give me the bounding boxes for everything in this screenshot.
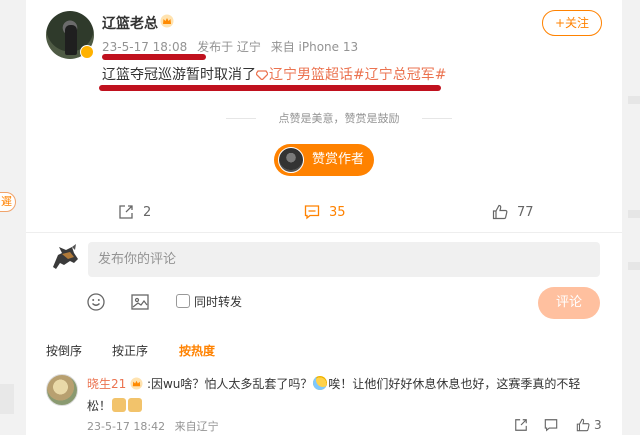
crown-icon <box>130 377 143 390</box>
share-icon[interactable] <box>514 418 528 432</box>
annotation-underline-date <box>102 54 206 60</box>
comment-author-name[interactable]: 晓生21 <box>87 377 126 391</box>
right-edge-mark <box>628 96 640 104</box>
topic-link[interactable]: 辽宁男篮超话#辽宁总冠军# <box>256 67 446 83</box>
comment-text-part-2: 唉！让他们好好休息休息也好，这赛季真的不轻 <box>328 377 581 391</box>
author-name[interactable]: 辽篮老总 <box>102 13 158 33</box>
reward-button-label: 赞赏作者 <box>312 152 365 167</box>
emoji-icon[interactable] <box>86 292 106 312</box>
weibo-post-card: 辽篮老总 23-5-17 18:08 发布于 辽宁 来自 iPhone 13 +… <box>26 0 622 435</box>
repost-checkbox[interactable] <box>176 294 190 308</box>
post-location: 发布于 辽宁 <box>197 40 261 54</box>
like-button[interactable]: 77 <box>492 204 534 220</box>
reward-note-text: 点赞是美意，赞赏是鼓励 <box>278 112 400 125</box>
comment-date: 23-5-17 18:42 <box>87 420 166 433</box>
reward-author-avatar <box>278 147 304 173</box>
comment-text-part-1: :因wu啥？怕人太多乱套了吗？ <box>146 377 313 391</box>
divider <box>26 232 622 233</box>
comment-button[interactable]: 35 <box>304 204 346 220</box>
comment-text-line-2: 松！ <box>87 397 143 414</box>
thumbs-up-emoji-icon <box>128 398 143 412</box>
comment-like-count: 3 <box>594 418 602 432</box>
sort-tab-descending[interactable]: 按倒序 <box>46 342 82 359</box>
sort-tab-ascending[interactable]: 按正序 <box>112 342 148 359</box>
like-count: 77 <box>517 204 534 220</box>
annotation-underline-text <box>99 85 441 91</box>
left-edge-panel <box>0 384 14 414</box>
submit-comment-button[interactable]: 评论 <box>538 287 600 319</box>
verified-badge-icon <box>80 45 94 59</box>
like-icon[interactable] <box>576 418 590 432</box>
comment-icon <box>304 205 320 220</box>
comment-author-avatar[interactable] <box>46 374 78 406</box>
like-icon <box>492 204 508 220</box>
thumbs-up-emoji-icon <box>112 398 127 412</box>
comment-text-part-3: 松！ <box>87 399 112 413</box>
follow-button[interactable]: +关注 <box>542 10 602 36</box>
post-date[interactable]: 23-5-17 18:08 <box>102 40 187 54</box>
right-edge-mark <box>628 262 640 270</box>
comment-input[interactable]: 发布你的评论 <box>88 242 600 277</box>
repost-button[interactable]: 2 <box>118 204 151 220</box>
right-edge-mark <box>628 210 640 218</box>
reward-author-button[interactable]: 赞赏作者 <box>274 144 374 176</box>
topic-text[interactable]: 辽宁男篮超话#辽宁总冠军# <box>269 67 446 83</box>
current-user-avatar[interactable] <box>50 241 80 271</box>
post-actions: 2 35 77 <box>26 200 622 228</box>
comment-count: 35 <box>329 204 346 220</box>
reward-note: 点赞是美意，赞赏是鼓励 <box>226 110 452 126</box>
repost-icon <box>119 205 133 219</box>
comment-meta: 23-5-17 18:42 来自辽宁 <box>87 418 225 434</box>
diamond-icon <box>256 70 268 80</box>
crown-icon <box>160 14 174 28</box>
left-sidebar-edge <box>0 0 22 435</box>
post-device: 来自 iPhone 13 <box>270 40 359 54</box>
post-text: 辽篮夺冠巡游暂时取消了 辽宁男篮超话#辽宁总冠军# <box>102 64 446 84</box>
comment-text: 晓生21 :因wu啥？怕人太多乱套了吗？ 唉！让他们好好休息休息也好，这赛季真的不… <box>87 375 580 392</box>
post-body: 辽篮夺冠巡游暂时取消了 <box>102 67 256 83</box>
image-icon[interactable] <box>130 292 150 312</box>
repost-count: 2 <box>143 204 152 220</box>
comment-location: 来自辽宁 <box>174 420 219 433</box>
repost-checkbox-label[interactable]: 同时转发 <box>194 293 242 310</box>
sort-tab-hot[interactable]: 按热度 <box>179 342 215 359</box>
page: 遲 辽篮老总 23-5-17 18:08 发布于 辽宁 来自 iPhone 13… <box>0 0 640 435</box>
sweat-emoji-icon <box>313 376 328 390</box>
post-meta: 23-5-17 18:08 发布于 辽宁 来自 iPhone 13 <box>102 38 364 55</box>
reply-icon[interactable] <box>544 418 558 432</box>
